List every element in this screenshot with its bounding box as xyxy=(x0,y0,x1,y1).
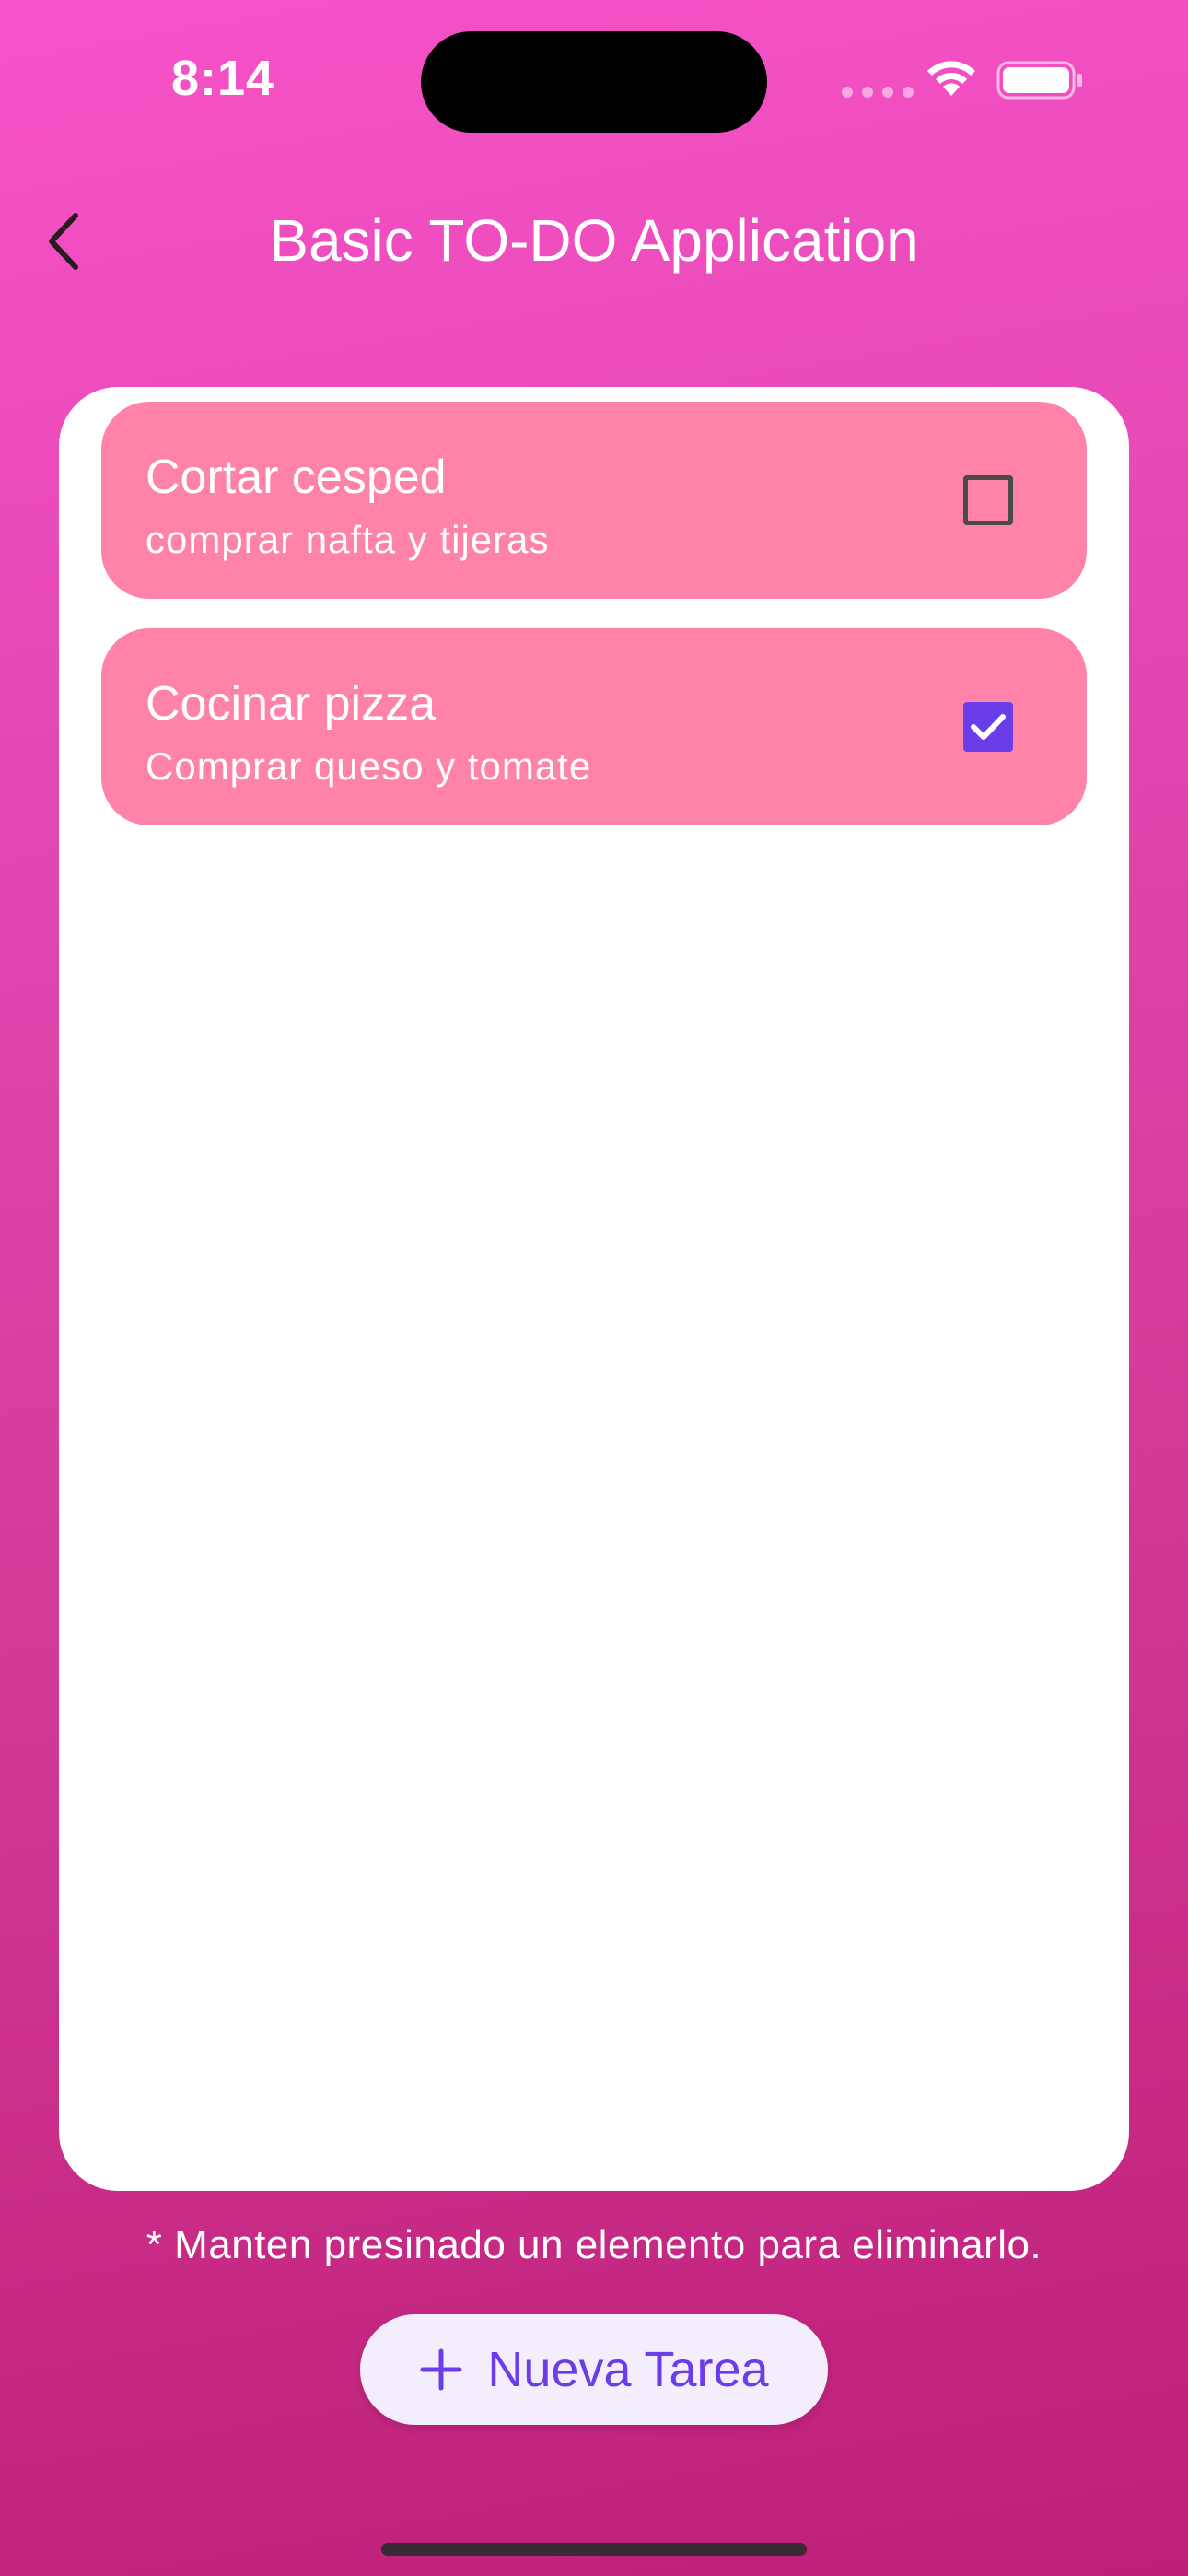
task-checkbox[interactable] xyxy=(963,475,1013,525)
task-item[interactable]: Cocinar pizza Comprar queso y tomate xyxy=(101,628,1087,825)
wifi-icon xyxy=(927,61,975,96)
task-title: Cocinar pizza xyxy=(146,677,437,731)
new-task-button[interactable]: Nueva Tarea xyxy=(360,2314,828,2425)
task-checkbox[interactable] xyxy=(963,702,1013,752)
dynamic-island xyxy=(421,31,767,133)
task-list-card: Cortar cesped comprar nafta y tijeras Co… xyxy=(59,387,1129,2191)
task-subtitle: Comprar queso y tomate xyxy=(146,744,592,788)
plus-icon xyxy=(420,2348,462,2391)
cellular-signal-icon xyxy=(842,87,914,98)
task-title: Cortar cesped xyxy=(146,451,447,504)
new-task-label: Nueva Tarea xyxy=(487,2342,769,2397)
page-title: Basic TO-DO Application xyxy=(269,207,919,274)
status-time: 8:14 xyxy=(171,51,275,106)
task-item[interactable]: Cortar cesped comprar nafta y tijeras xyxy=(101,402,1087,599)
status-icons xyxy=(842,55,1090,105)
battery-icon xyxy=(996,61,1082,100)
delete-hint: * Manten presinado un elemento para elim… xyxy=(146,2222,1042,2267)
app-screen: 8:14 Basic TO-DO Application Cortar cesp… xyxy=(0,0,1188,2576)
home-indicator[interactable] xyxy=(381,2543,807,2556)
task-subtitle: comprar nafta y tijeras xyxy=(146,518,550,561)
checkmark-icon xyxy=(971,714,1006,740)
